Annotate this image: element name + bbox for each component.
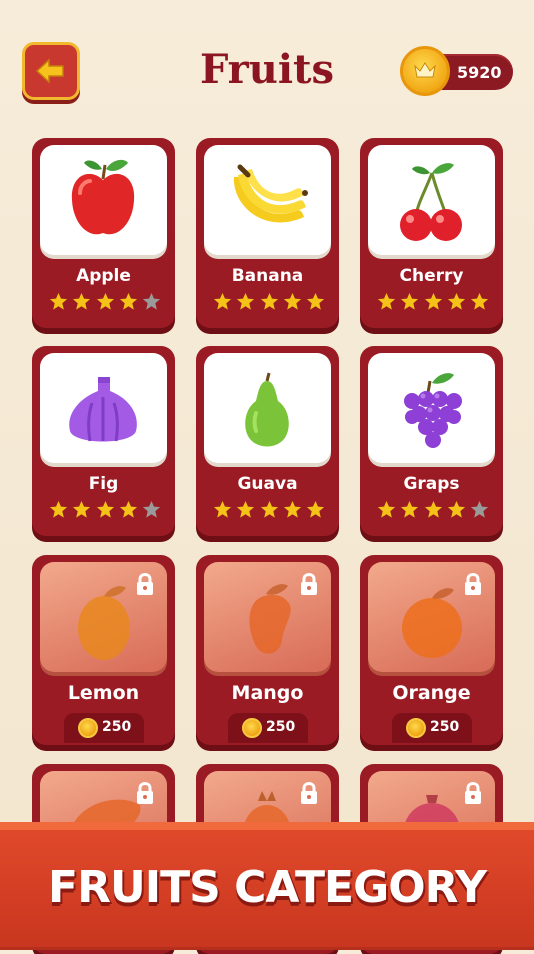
star-empty-icon [142,292,161,310]
crown-coin-icon [400,46,450,96]
banner-top-edge [0,822,534,830]
star-icon [401,292,419,310]
coin-balance: 5920 [400,46,514,96]
fruit-name: Banana [231,266,304,286]
coin-balance-value: 5920 [457,63,502,82]
star-icon [401,500,419,518]
fruit-card-fig[interactable]: Fig [32,346,175,536]
fig-icon [69,377,137,442]
lock-icon [465,782,481,804]
fruit-tile-locked [204,562,331,672]
star-icon [213,500,232,518]
fruit-tile-locked [368,562,495,672]
fruit-tile [368,353,495,463]
star-icon [377,500,396,518]
fruit-card-banana[interactable]: Banana [196,138,339,328]
fruit-name: Fig [88,474,119,494]
banner-title: FRUITS CATEGORY [48,862,487,913]
rating-stars [49,500,161,520]
price-value: 250 [102,719,132,735]
star-icon [283,500,301,518]
star-icon [260,500,278,518]
fruit-name: Graps [403,474,460,494]
fruit-card-cherry[interactable]: Cherry [360,138,503,328]
star-icon [306,292,325,310]
rating-stars [213,500,325,520]
star-icon [447,500,465,518]
unlock-price[interactable]: 250 [228,713,308,743]
price-value: 250 [266,719,296,735]
star-icon [119,292,137,310]
rating-stars [377,292,489,312]
fruit-name: Cherry [399,266,464,286]
fruit-tile-locked [40,562,167,672]
fruit-name: Orange [392,682,471,704]
rating-stars [49,292,161,312]
star-icon [73,500,91,518]
star-icon [237,500,255,518]
apple-icon [71,159,135,235]
price-value: 250 [430,719,460,735]
grapes-icon [404,373,462,448]
fruit-tile [204,145,331,255]
star-empty-icon [142,500,161,518]
banana-icon [233,164,308,223]
star-icon [49,500,68,518]
star-icon [424,292,442,310]
fruit-card-mango[interactable]: Mango 250 [196,555,339,745]
guava-icon [245,372,289,447]
star-icon [283,292,301,310]
cherry-icon [400,163,462,241]
coin-icon [406,718,426,738]
coin-icon [78,718,98,738]
fruit-card-grapes[interactable]: Graps [360,346,503,536]
star-icon [470,292,489,310]
fruit-card-guava[interactable]: Guava [196,346,339,536]
star-icon [49,292,68,310]
category-banner: FRUITS CATEGORY [0,822,534,950]
star-icon [306,500,325,518]
fruit-name: Lemon [67,682,140,704]
fruit-tile [40,353,167,463]
unlock-price[interactable]: 250 [392,713,472,743]
rating-stars [377,500,489,520]
star-icon [96,292,114,310]
fruit-tile [368,145,495,255]
star-icon [213,292,232,310]
rating-stars [213,292,325,312]
lock-icon [465,573,481,595]
star-icon [447,292,465,310]
lock-icon [301,573,317,595]
fruit-tile [40,145,167,255]
coin-icon [242,718,262,738]
fruit-card-apple[interactable]: Apple [32,138,175,328]
star-empty-icon [470,500,489,518]
fruit-tile [204,353,331,463]
fruit-name: Mango [231,682,304,704]
star-icon [424,500,442,518]
fruit-card-orange[interactable]: Orange 250 [360,555,503,745]
star-icon [73,292,91,310]
lock-icon [301,782,317,804]
fruit-name: Guava [237,474,298,494]
lock-icon [137,573,153,595]
star-icon [96,500,114,518]
lock-icon [137,782,153,804]
star-icon [119,500,137,518]
fruit-name: Apple [76,266,131,286]
star-icon [377,292,396,310]
fruit-card-lemon[interactable]: Lemon 250 [32,555,175,745]
unlock-price[interactable]: 250 [64,713,144,743]
star-icon [237,292,255,310]
header: Fruits 5920 [0,0,534,125]
star-icon [260,292,278,310]
